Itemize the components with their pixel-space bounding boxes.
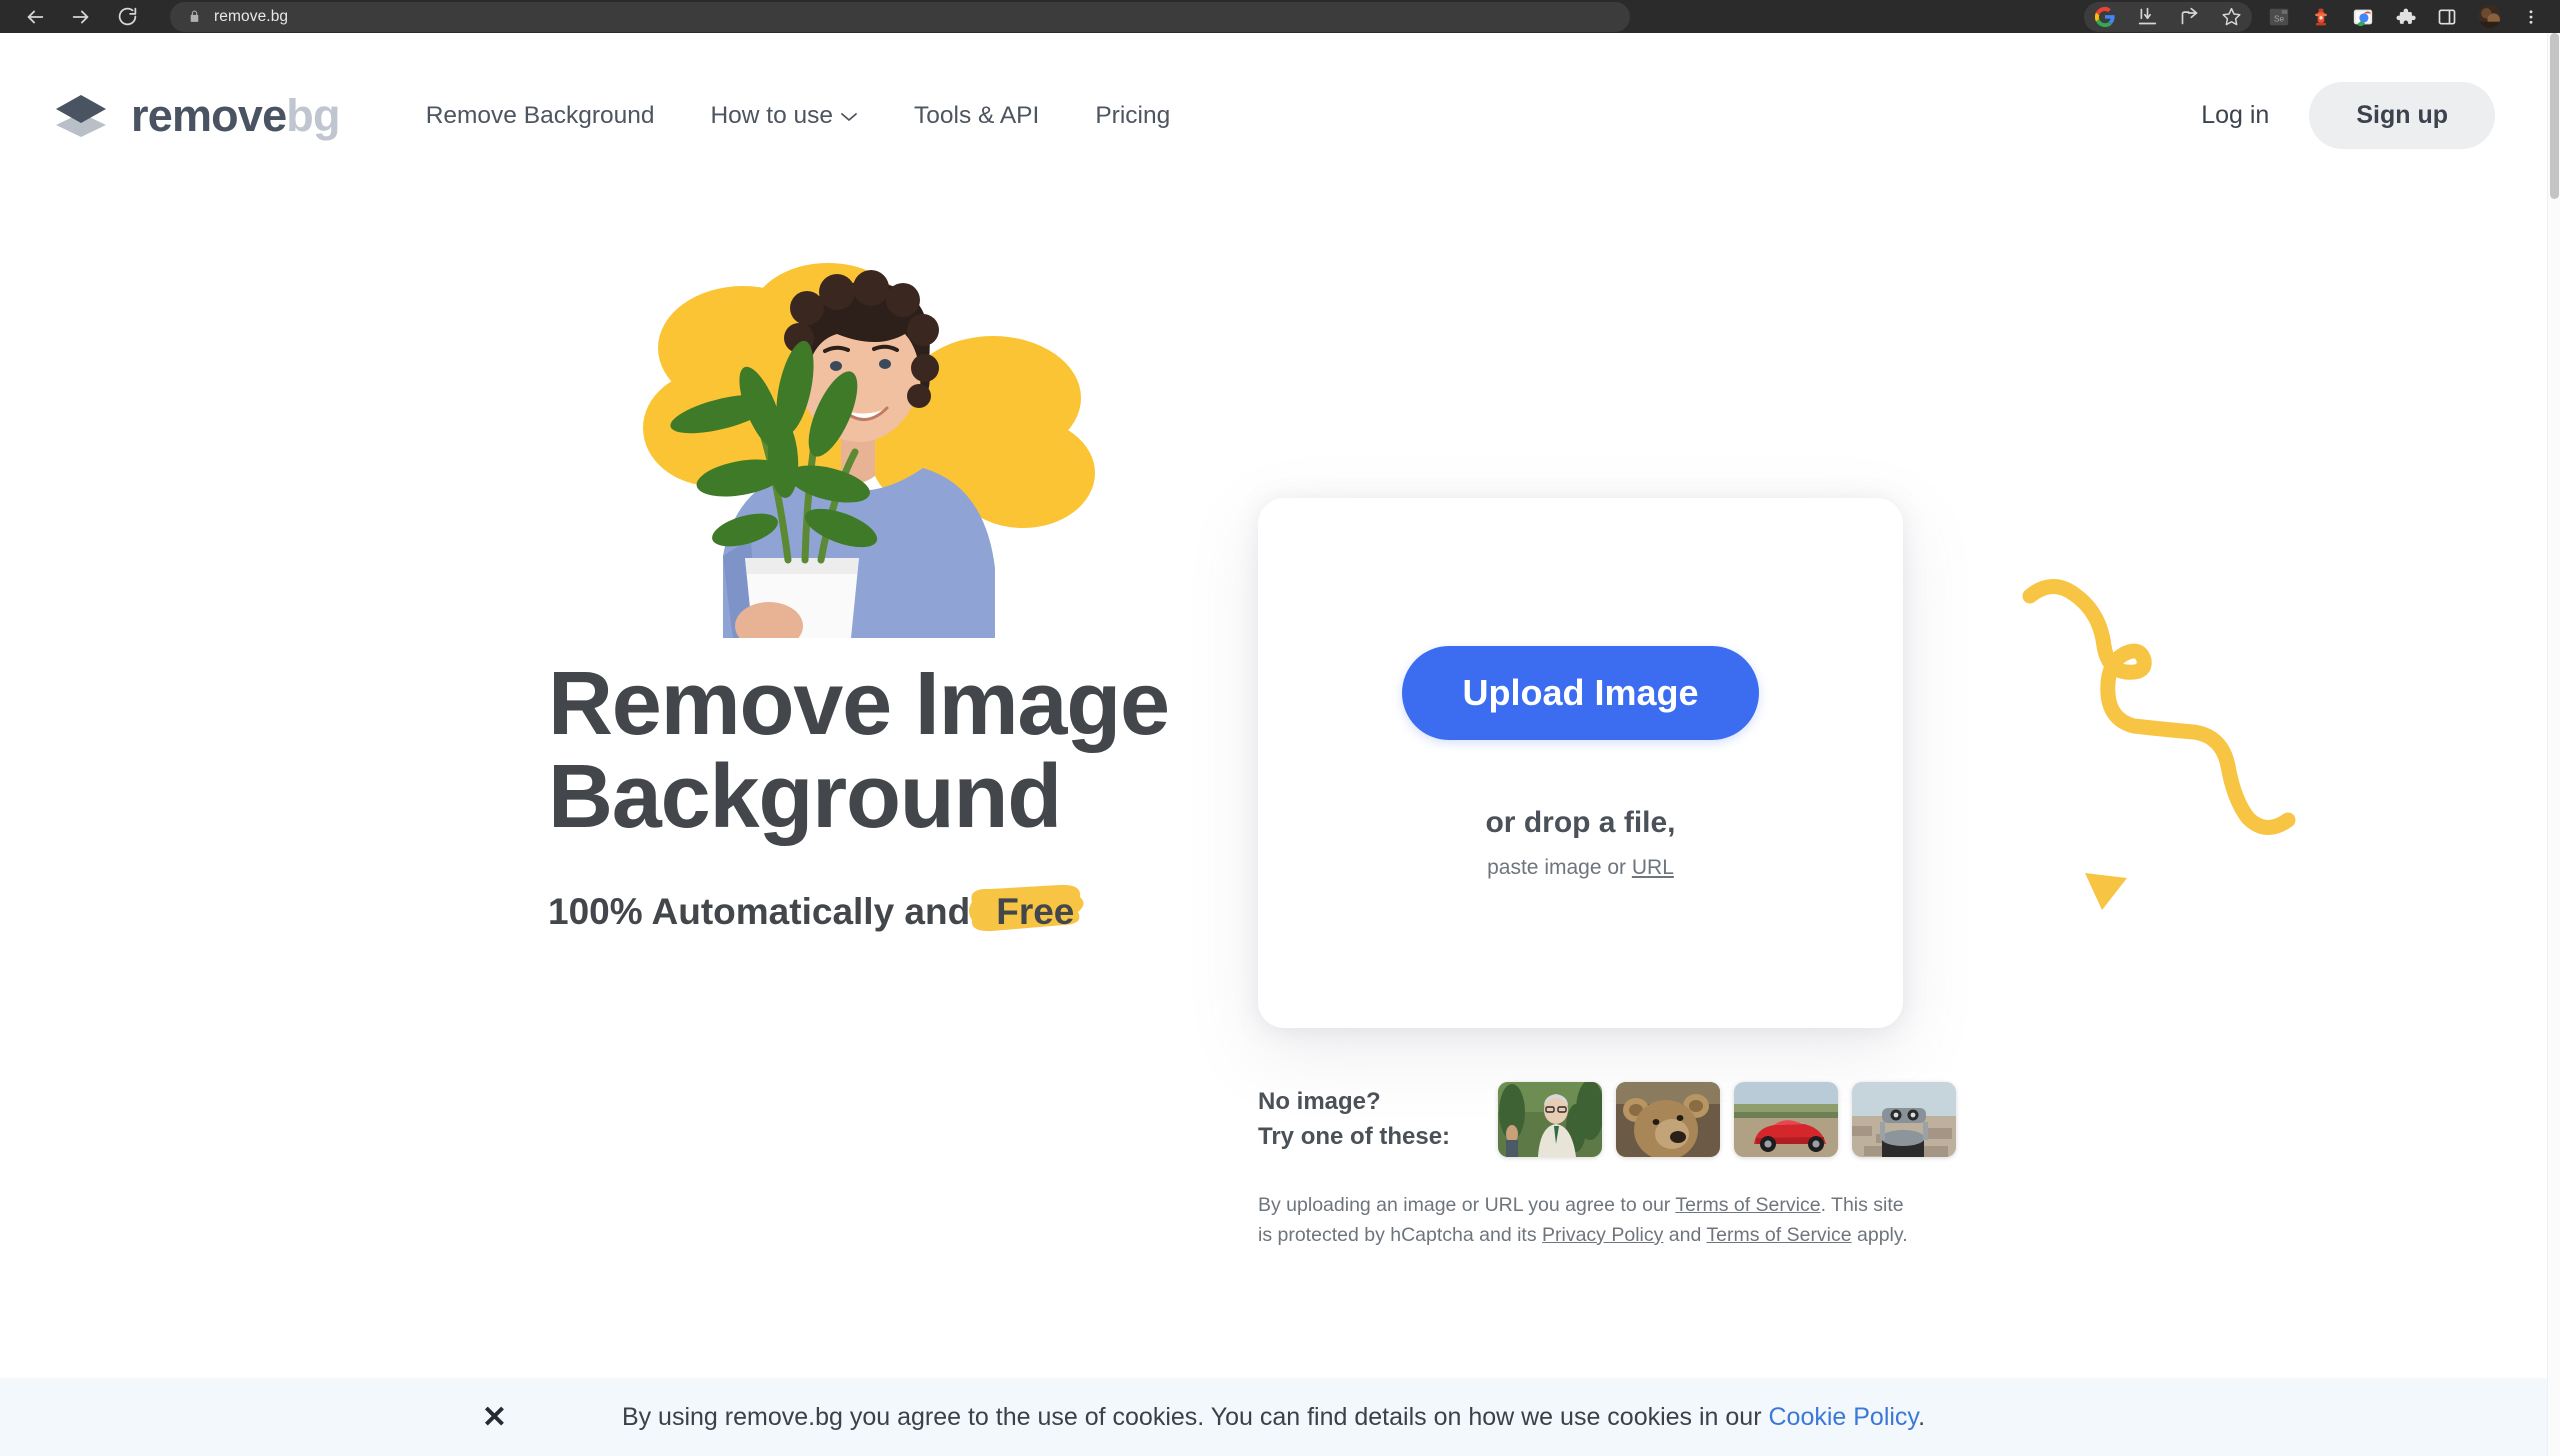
nav-item-tools-api[interactable]: Tools & API bbox=[886, 92, 1067, 140]
hero-free-text: Free bbox=[996, 891, 1075, 933]
terms-of-service-link-2[interactable]: Terms of Service bbox=[1706, 1224, 1851, 1246]
chevron-down-icon bbox=[840, 102, 858, 130]
puzzle-extensions-icon[interactable] bbox=[2384, 2, 2426, 32]
nav-item-how-to-use[interactable]: How to use bbox=[682, 92, 886, 140]
terms-of-service-link-1[interactable]: Terms of Service bbox=[1675, 1194, 1820, 1216]
legal-part-4: apply. bbox=[1851, 1223, 1908, 1246]
toolbar-pill-group bbox=[2084, 1, 2252, 32]
chrome-capture-extension-icon[interactable] bbox=[2342, 2, 2384, 32]
sample-images-label: No image? Try one of these: bbox=[1258, 1085, 1498, 1153]
cookie-policy-link[interactable]: Cookie Policy bbox=[1768, 1403, 1918, 1431]
cookie-close-button[interactable]: ✕ bbox=[482, 1400, 507, 1435]
hero-section: Remove Image Background 100% Automatical… bbox=[0, 198, 2547, 1398]
sample-thumbnails bbox=[1498, 1082, 1956, 1157]
hero-title-line2: Background bbox=[548, 746, 1062, 847]
cookie-text-after: . bbox=[1918, 1402, 1926, 1431]
page-content: remove bg Remove Background How to use To… bbox=[0, 33, 2547, 1456]
nav-label: Pricing bbox=[1095, 101, 1171, 129]
svg-text:Se: Se bbox=[2274, 14, 2285, 23]
download-icon[interactable] bbox=[2126, 2, 2168, 32]
url-text: remove.bg bbox=[214, 7, 289, 25]
site-header: remove bg Remove Background How to use To… bbox=[0, 33, 2547, 198]
page-title: Remove Image Background bbox=[548, 658, 1308, 843]
logo-text-primary: remove bbox=[131, 89, 287, 141]
hero-free-badge: Free bbox=[969, 885, 1084, 933]
sample-images-row: No image? Try one of these: bbox=[1258, 1082, 1988, 1157]
profile-avatar[interactable] bbox=[2468, 2, 2510, 32]
sample-red-car[interactable] bbox=[1734, 1082, 1838, 1157]
drop-file-label: or drop a file, bbox=[1485, 806, 1676, 839]
paste-prefix: paste image or bbox=[1487, 856, 1632, 879]
hero-subtitle-prefix: 100% Automatically and bbox=[548, 891, 971, 933]
sample-bear[interactable] bbox=[1616, 1082, 1720, 1157]
layers-diamond-icon bbox=[52, 91, 110, 141]
three-dot-menu-icon[interactable] bbox=[2510, 2, 2552, 32]
legal-part-1: By uploading an image or URL you agree t… bbox=[1258, 1194, 1676, 1216]
page-scrollbar[interactable] bbox=[2547, 33, 2560, 1456]
forward-arrow-icon[interactable] bbox=[58, 2, 104, 32]
logo-text: remove bg bbox=[131, 90, 340, 142]
sample-label-line2: Try one of these: bbox=[1258, 1122, 1451, 1150]
main-navigation: Remove Background How to use Tools & API… bbox=[398, 92, 1199, 140]
reload-icon[interactable] bbox=[104, 2, 150, 32]
bookmark-star-icon[interactable] bbox=[2210, 2, 2252, 32]
cookie-banner: By using remove.bg you agree to the use … bbox=[0, 1378, 2547, 1456]
lock-icon bbox=[184, 7, 204, 27]
share-icon[interactable] bbox=[2168, 2, 2210, 32]
address-bar[interactable]: remove.bg bbox=[170, 1, 1630, 32]
sample-binoculars[interactable] bbox=[1852, 1082, 1956, 1157]
paste-image-label: paste image or URL bbox=[1487, 856, 1674, 880]
cookie-banner-text: By using remove.bg you agree to the use … bbox=[622, 1403, 1925, 1432]
sample-label-line1: No image? bbox=[1258, 1088, 1381, 1116]
yellow-squiggle-decoration-icon bbox=[2022, 568, 2342, 873]
sample-man-portrait[interactable] bbox=[1498, 1082, 1602, 1157]
upload-panel: Upload Image or drop a file, paste image… bbox=[1258, 498, 1988, 1250]
hero-title-line1: Remove Image bbox=[548, 654, 1170, 754]
yellow-triangle-decoration-icon bbox=[2082, 870, 2130, 917]
browser-nav-buttons bbox=[0, 2, 150, 32]
legal-part-3: and bbox=[1663, 1223, 1707, 1246]
nav-label: How to use bbox=[710, 101, 834, 129]
browser-chrome: remove.bg Se bbox=[0, 0, 2560, 33]
signup-button[interactable]: Sign up bbox=[2309, 82, 2495, 149]
hero-illustration bbox=[593, 238, 1113, 650]
legal-disclaimer: By uploading an image or URL you agree t… bbox=[1258, 1191, 1908, 1250]
nav-label: Tools & API bbox=[914, 101, 1040, 129]
fire-hydrant-extension-icon[interactable] bbox=[2300, 2, 2342, 32]
google-icon[interactable] bbox=[2084, 2, 2126, 32]
cookie-text-before: By using remove.bg you agree to the use … bbox=[621, 1402, 1769, 1431]
upload-image-button[interactable]: Upload Image bbox=[1402, 646, 1759, 740]
side-panel-icon[interactable] bbox=[2426, 2, 2468, 32]
scrollbar-thumb[interactable] bbox=[2550, 33, 2559, 199]
logo-text-secondary: bg bbox=[286, 89, 340, 141]
nav-item-pricing[interactable]: Pricing bbox=[1067, 92, 1198, 140]
selenium-extension-icon[interactable]: Se bbox=[2258, 2, 2300, 32]
site-logo[interactable]: remove bg bbox=[52, 90, 340, 142]
nav-item-remove-background[interactable]: Remove Background bbox=[398, 92, 683, 140]
url-link[interactable]: URL bbox=[1632, 856, 1674, 879]
hero-subtitle: 100% Automatically and Free bbox=[548, 885, 1308, 933]
nav-label: Remove Background bbox=[425, 101, 655, 129]
browser-toolbar-right: Se bbox=[2084, 0, 2560, 33]
login-link[interactable]: Log in bbox=[2171, 89, 2299, 142]
back-arrow-icon[interactable] bbox=[12, 2, 58, 32]
privacy-policy-link[interactable]: Privacy Policy bbox=[1542, 1224, 1663, 1246]
hero-left-column: Remove Image Background 100% Automatical… bbox=[548, 238, 1308, 933]
upload-dropzone[interactable]: Upload Image or drop a file, paste image… bbox=[1258, 498, 1903, 1028]
header-actions: Log in Sign up bbox=[2171, 82, 2495, 149]
